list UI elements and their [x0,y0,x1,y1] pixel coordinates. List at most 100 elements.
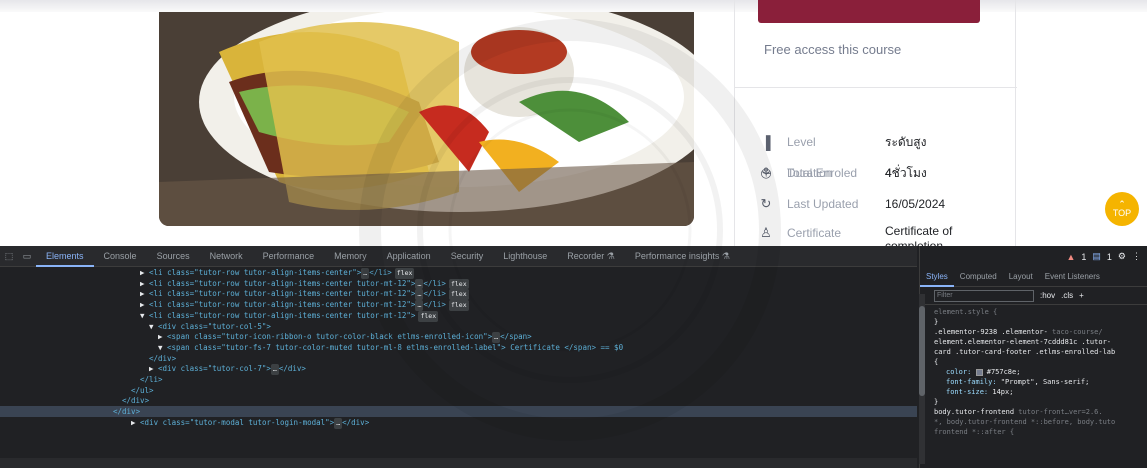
tab-lighthouse[interactable]: Lighthouse [493,251,557,261]
course-sidebar: Free access this course ▐ Level ระดับสูง… [734,0,1017,246]
meta-row-updated: ↻ Last Updated 16/05/2024 [757,194,1007,214]
rule-source-link-2[interactable]: tutor-front…ver=2.6. [1018,408,1102,416]
elements-tree: ▶ <li class="tutor-row tutor-align-items… [0,268,917,468]
dom-node-line[interactable]: ▶ <li class="tutor-row tutor-align-items… [140,268,415,279]
expand-arrow-icon[interactable]: ▶ [140,279,149,288]
dom-node-line[interactable]: ▶ <li class="tutor-row tutor-align-items… [140,278,469,290]
new-rule-button[interactable]: + [1079,291,1084,300]
rule-source-link[interactable]: taco-course/ [1052,328,1103,336]
meta-value: 16/05/2024 [885,196,946,211]
more-icon[interactable]: ⋮ [1132,251,1141,262]
rule-selector-line3: card .tutor-card-footer .etlms-enrolled-… [934,348,1116,356]
rule-close-2: } [934,398,939,406]
meta-row-duration: ◷ Duration 4ชั่วโมง [757,163,1007,183]
ellipsis-badge: … [492,332,501,343]
rule-sub-selector: *, body.tutor-frontend *::before, body.t… [934,418,1116,426]
issue-count: 1 [1106,251,1112,262]
tab-computed[interactable]: Computed [954,272,1003,281]
flex-badge: flex [394,268,415,279]
level-icon: ▐ [761,134,771,150]
expand-arrow-icon[interactable]: ▼ [158,343,167,352]
dom-node-line[interactable]: ▼ <div class="tutor-col-5"> [149,322,271,333]
expand-arrow-icon[interactable]: ▼ [149,322,158,331]
error-count: 1 [1081,251,1087,262]
dom-node-line[interactable]: </ul> [131,386,154,397]
expand-arrow-icon[interactable]: ▶ [131,418,140,427]
filter-input[interactable]: Filter [934,289,1034,302]
gear-icon[interactable]: ⚙ [1118,251,1126,262]
dom-node-line[interactable]: </div> [113,407,140,418]
tab-sources[interactable]: Sources [147,251,200,261]
flex-badge: flex [448,278,469,290]
meta-row-level: ▐ Level ระดับสูง [757,132,1007,152]
tab-console[interactable]: Console [94,251,147,261]
tab-recorder[interactable]: Recorder ⚗ [557,251,625,262]
devtools-status: ▲ 1 ▤ 1 ⚙ ⋮ [920,246,1147,267]
tab-styles[interactable]: Styles [920,267,954,287]
expand-arrow-icon[interactable]: ▶ [149,364,158,373]
css-prop-font-size[interactable]: font-size: 14px; [934,387,1147,397]
rule-close: } [934,318,939,326]
tab-event-listeners[interactable]: Event Listeners [1039,272,1106,281]
dom-node-line[interactable]: </li> [140,375,163,386]
course-page: Free access this course ▐ Level ระดับสูง… [0,0,1147,246]
meta-value: ระดับสูง [885,134,927,149]
expand-arrow-icon[interactable]: ▶ [140,268,149,277]
tab-security[interactable]: Security [441,251,494,261]
dom-node-line[interactable]: ▶ <li class="tutor-row tutor-align-items… [140,300,469,311]
ellipsis-badge: … [334,417,343,429]
dom-node-line[interactable]: ▶ <span class="tutor-icon-ribbon-o tutor… [158,332,532,343]
hover-toggle[interactable]: :hov [1040,291,1055,300]
ellipsis-badge: … [270,364,279,375]
certificate-icon: ♙ [760,225,772,240]
issues-icon[interactable]: ▤ [1092,251,1101,262]
element-style-rule: element.style { [934,308,998,316]
rule-selector: .elementor-9238 .elementor- [934,328,1048,336]
taco-image [159,12,694,226]
expand-arrow-icon[interactable]: ▼ [140,311,149,320]
dom-node-line[interactable]: ▶ <li class="tutor-row tutor-align-items… [140,289,469,301]
styles-filter-bar: Filter :hov .cls + [920,287,1147,305]
meta-row-certificate: ♙ Certificate Certificate of completion [757,224,1007,246]
expand-arrow-icon[interactable]: ▶ [158,332,167,341]
dom-scroll-thumb[interactable] [919,306,925,396]
dom-node-line[interactable]: ▶ <div class="tutor-modal tutor-login-mo… [131,417,369,429]
enroll-button[interactable] [758,0,980,23]
sidebar-divider [735,87,1017,88]
meta-label: Duration [787,166,833,180]
devtools-panel: ⬚ ▭ Elements Console Sources Network Per… [0,246,1147,468]
clock-icon: ◷ [760,165,772,180]
tab-elements[interactable]: Elements [36,246,94,267]
dom-node-line[interactable]: ▼ <li class="tutor-row tutor-align-items… [140,310,439,322]
inspect-icon[interactable]: ⬚ [0,251,18,262]
expand-arrow-icon[interactable]: ▶ [140,300,149,309]
tab-performance[interactable]: Performance [253,251,325,261]
tab-network[interactable]: Network [200,251,253,261]
meta-label: Level [787,135,816,149]
tab-layout[interactable]: Layout [1003,272,1039,281]
css-prop-font-family[interactable]: font-family: "Prompt", Sans-serif; [934,377,1147,387]
tab-memory[interactable]: Memory [324,251,377,261]
meta-value: 4ชั่วโมง [885,165,927,180]
dom-node-line[interactable]: ▶ <div class="tutor-col-7">… </div> [149,364,306,375]
cls-toggle[interactable]: .cls [1061,291,1073,300]
breadcrumb-bar [0,458,917,468]
expand-arrow-icon[interactable]: ▶ [140,289,149,298]
tab-application[interactable]: Application [377,251,441,261]
dom-node-line[interactable]: </div> [149,354,176,365]
top-label: TOP [1112,208,1132,218]
refresh-icon: ↻ [760,196,772,211]
meta-label: Last Updated [787,197,859,211]
dom-node-line[interactable]: </div> [122,396,149,407]
rule-selector-line: .elementor-9238 .elementor- taco-course/ [934,327,1147,337]
flex-badge: flex [448,300,469,311]
back-to-top-button[interactable]: ⌃ TOP [1105,192,1139,226]
error-icon[interactable]: ▲ [1066,252,1075,262]
color-swatch[interactable] [975,368,983,376]
course-thumbnail [159,12,694,226]
device-toggle-icon[interactable]: ▭ [18,251,36,262]
dom-node-line[interactable]: ▼ <span class="tutor-fs-7 tutor-color-mu… [158,343,623,354]
css-prop-color[interactable]: color: #757c8e; [934,367,1147,377]
tab-performance-insights[interactable]: Performance insights ⚗ [625,251,740,262]
devtools-tabbar: ⬚ ▭ Elements Console Sources Network Per… [0,246,917,267]
